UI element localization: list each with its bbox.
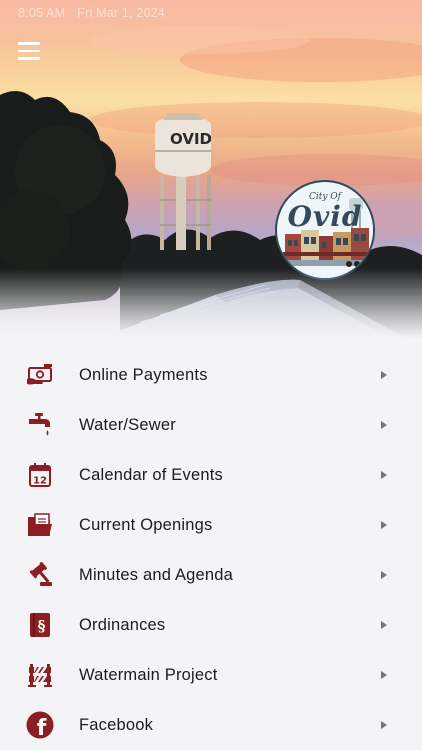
menu-item-label: Online Payments bbox=[79, 365, 208, 384]
hero-fade bbox=[0, 268, 422, 338]
logo-text-ovid: Ovid bbox=[287, 200, 363, 233]
faucet-icon bbox=[26, 411, 54, 439]
menu-item-online-payments[interactable]: Online Payments bbox=[0, 350, 422, 400]
status-time: 8:05 AM bbox=[18, 6, 66, 20]
chevron-right-icon bbox=[381, 721, 387, 729]
hero-banner: OVID 8:05 AM Fri Mar 1, 2024 City Of Ovi… bbox=[0, 0, 422, 338]
chevron-right-icon bbox=[381, 621, 387, 629]
menu-item-label: Facebook bbox=[79, 715, 154, 734]
menu-item-current-openings[interactable]: Current Openings bbox=[0, 500, 422, 550]
menu-item-calendar-of-events[interactable]: 12 Calendar of Events bbox=[0, 450, 422, 500]
hamburger-line bbox=[18, 42, 40, 45]
construction-barrier-icon bbox=[26, 661, 54, 689]
menu-item-label: Minutes and Agenda bbox=[79, 565, 234, 584]
menu-item-label: Calendar of Events bbox=[79, 465, 223, 484]
main-menu-list: Online Payments Water/Sewer 12 Calendar … bbox=[0, 350, 422, 750]
city-logo: City Of Ovid bbox=[275, 180, 375, 280]
hamburger-line bbox=[18, 49, 40, 53]
menu-item-minutes-and-agenda[interactable]: Minutes and Agenda bbox=[0, 550, 422, 600]
menu-item-ordinances[interactable]: § Ordinances bbox=[0, 600, 422, 650]
hamburger-menu-button[interactable] bbox=[18, 38, 48, 64]
calendar-icon: 12 bbox=[26, 461, 54, 489]
menu-item-label: Watermain Project bbox=[79, 665, 218, 684]
chevron-right-icon bbox=[381, 471, 387, 479]
chevron-right-icon bbox=[381, 571, 387, 579]
section-symbol: § bbox=[38, 617, 46, 635]
water-tower-text: OVID bbox=[170, 130, 212, 148]
payment-icon bbox=[26, 361, 54, 389]
menu-item-facebook[interactable]: f Facebook bbox=[0, 700, 422, 750]
calendar-icon-text: 12 bbox=[33, 476, 47, 487]
facebook-glyph: f bbox=[37, 716, 47, 739]
hamburger-line bbox=[18, 57, 40, 60]
menu-item-label: Ordinances bbox=[79, 615, 166, 634]
ordinance-book-icon: § bbox=[26, 611, 54, 639]
gavel-icon bbox=[26, 561, 54, 589]
menu-item-water-sewer[interactable]: Water/Sewer bbox=[0, 400, 422, 450]
chevron-right-icon bbox=[381, 371, 387, 379]
facebook-icon: f bbox=[26, 711, 54, 739]
menu-item-label: Current Openings bbox=[79, 515, 213, 534]
chevron-right-icon bbox=[381, 521, 387, 529]
folder-icon bbox=[26, 511, 54, 539]
menu-item-watermain-project[interactable]: Watermain Project bbox=[0, 650, 422, 700]
status-date: Fri Mar 1, 2024 bbox=[77, 6, 166, 20]
menu-item-label: Water/Sewer bbox=[79, 415, 176, 434]
status-bar: 8:05 AM Fri Mar 1, 2024 bbox=[18, 6, 165, 20]
chevron-right-icon bbox=[381, 421, 387, 429]
chevron-right-icon bbox=[381, 671, 387, 679]
